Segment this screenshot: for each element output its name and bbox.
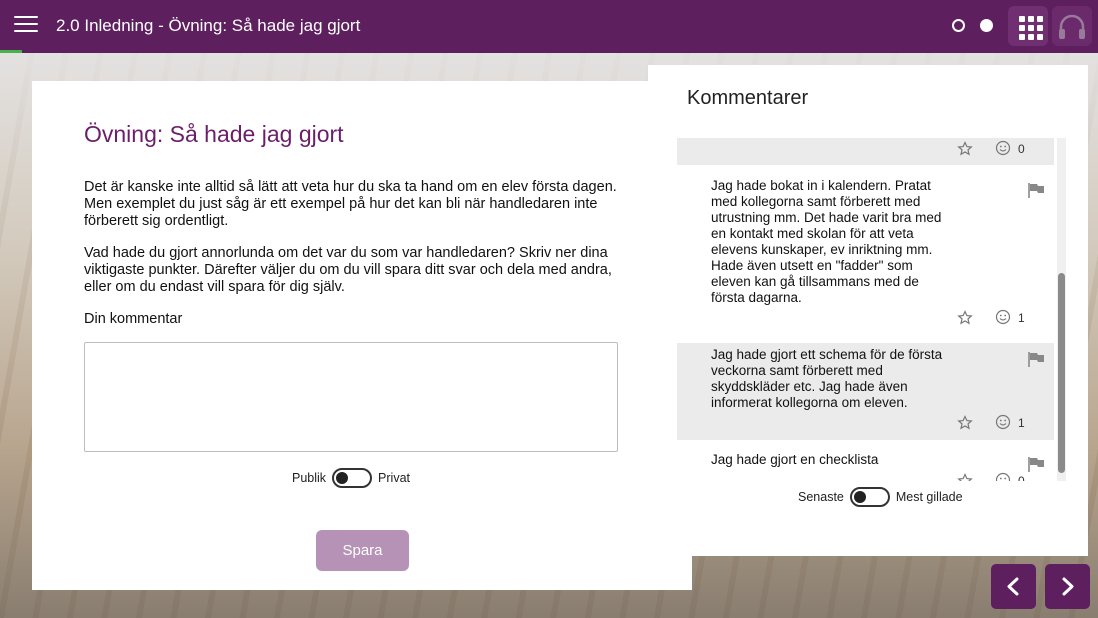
chevron-right-icon <box>1062 577 1074 596</box>
flag-icon[interactable] <box>1027 351 1045 367</box>
exercise-intro: Det är kanske inte alltid så lätt att ve… <box>84 179 617 229</box>
smile-icon[interactable] <box>995 140 1011 156</box>
comment-label: Din kommentar <box>84 311 183 327</box>
flag-icon[interactable] <box>1027 456 1045 472</box>
like-count: 0 <box>1018 474 1025 481</box>
page-title: 2.0 Inledning - Övning: Så hade jag gjor… <box>56 16 361 35</box>
exercise-instructions: Vad hade du gjort annorlunda om det var … <box>84 245 612 295</box>
headphones-icon <box>1059 14 1085 39</box>
menu-icon[interactable] <box>14 16 38 36</box>
comment-item: Jag hade gjort en checklista 0 <box>677 440 1054 481</box>
comment-text: Jag hade gjort en checklista <box>711 452 879 467</box>
exercise-card: Övning: Så hade jag gjort Det är kanske … <box>32 81 692 590</box>
scrollbar-thumb[interactable] <box>1058 273 1065 473</box>
comments-list[interactable]: 0 Jag hade bokat in i kalendern. Pratat … <box>677 138 1054 481</box>
exercise-heading: Övning: Så hade jag gjort <box>84 121 344 147</box>
next-button[interactable] <box>1045 564 1090 609</box>
grid-icon <box>1019 16 1025 22</box>
comments-panel: Kommentarer 0 Jag hade bokat in i kalend… <box>648 65 1088 556</box>
comment-item: Jag hade gjort ett schema för de första … <box>677 343 1054 440</box>
grid-button[interactable] <box>1008 6 1048 46</box>
like-count: 1 <box>1018 416 1025 430</box>
star-icon[interactable] <box>957 415 973 431</box>
comment-item: 0 <box>677 138 1054 165</box>
page-dot-current-icon[interactable] <box>980 19 993 32</box>
comment-item: Jag hade bokat in i kalendern. Pratat me… <box>677 165 1054 343</box>
progress-bar <box>0 50 22 53</box>
visibility-toggle-row: Publik Privat <box>292 468 410 488</box>
audio-button[interactable] <box>1052 6 1092 46</box>
sort-most-liked-label: Mest gillade <box>895 490 963 504</box>
like-count: 1 <box>1018 311 1025 325</box>
sort-toggle-row: Senaste Mest gillade <box>798 487 963 507</box>
comment-input[interactable] <box>84 342 618 452</box>
star-icon[interactable] <box>957 473 973 481</box>
like-count: 0 <box>1018 142 1025 156</box>
comments-scrollbar[interactable] <box>1057 138 1066 481</box>
smile-icon[interactable] <box>995 414 1011 430</box>
smile-icon[interactable] <box>995 309 1011 325</box>
star-icon[interactable] <box>957 141 973 157</box>
comment-text: Jag hade gjort ett schema för de första … <box>711 347 943 410</box>
sort-toggle[interactable] <box>849 487 890 507</box>
toggle-public-label: Publik <box>292 471 327 485</box>
toggle-private-label: Privat <box>378 471 410 485</box>
star-icon[interactable] <box>957 310 973 326</box>
smile-icon[interactable] <box>995 472 1011 481</box>
visibility-toggle[interactable] <box>332 468 373 488</box>
sort-latest-label: Senaste <box>798 490 844 504</box>
comment-text: Jag hade bokat in i kalendern. Pratat me… <box>711 178 942 305</box>
flag-icon[interactable] <box>1027 182 1045 198</box>
comments-title: Kommentarer <box>687 87 809 109</box>
previous-button[interactable] <box>991 564 1036 609</box>
chevron-left-icon <box>1007 577 1019 596</box>
page-dot-empty-icon[interactable] <box>952 19 965 32</box>
top-bar: 2.0 Inledning - Övning: Så hade jag gjor… <box>0 0 1098 53</box>
save-button[interactable]: Spara <box>316 530 409 571</box>
